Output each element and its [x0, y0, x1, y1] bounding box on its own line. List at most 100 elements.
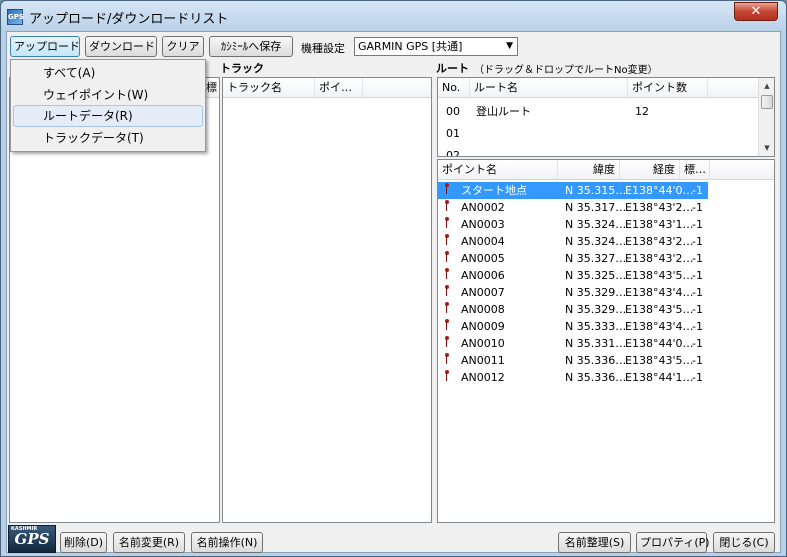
point-alt: -1 — [692, 303, 703, 316]
scroll-up-icon[interactable]: ▲ — [759, 78, 774, 94]
title-bar[interactable]: GPS アップロード/ダウンロードリスト ✕ — [1, 1, 786, 31]
point-list-header: ポイント名 緯度 経度 標… — [438, 160, 774, 180]
route-list[interactable]: No. ルート名 ポイント数 00 登山ルート 12 01 02 ▲ ▼ — [437, 77, 775, 157]
point-name: AN0011 — [461, 354, 505, 367]
upload-download-window: GPS アップロード/ダウンロードリスト ✕ アップロード ダウンロード クリア… — [0, 0, 787, 557]
point-lat: N 35.336… — [565, 354, 627, 367]
waypoint-pin-icon — [444, 285, 450, 297]
menu-item-track-data[interactable]: トラックデータ(T) — [13, 127, 203, 149]
point-name: スタート地点 — [461, 184, 527, 197]
model-select-value: GARMIN GPS [共通] — [358, 40, 463, 53]
track-col-points[interactable]: ポイ… — [315, 78, 363, 98]
menu-item-all[interactable]: すべて(A) — [13, 62, 203, 84]
point-row[interactable]: AN0005 N 35.327… E138°43'2… -1 — [438, 250, 708, 267]
point-row[interactable]: AN0010 N 35.331… E138°44'0… -1 — [438, 335, 708, 352]
point-alt: -1 — [692, 235, 703, 248]
point-lon: E138°43'1… — [625, 218, 694, 231]
route-row[interactable]: 02 — [438, 147, 708, 157]
clear-button[interactable]: クリア — [162, 36, 204, 57]
point-alt: -1 — [692, 218, 703, 231]
route-name: 登山ルート — [476, 105, 531, 118]
point-lon: E138°43'5… — [625, 269, 694, 282]
point-name: AN0012 — [461, 371, 505, 384]
upload-dropdown-menu: すべて(A) ウェイポイント(W) ルートデータ(R) トラックデータ(T) — [10, 59, 206, 152]
route-col-no[interactable]: No. — [438, 78, 470, 98]
route-col-name[interactable]: ルート名 — [470, 78, 628, 98]
app-icon: GPS — [7, 9, 24, 25]
point-name: AN0009 — [461, 320, 505, 333]
point-alt: -1 — [692, 252, 703, 265]
point-lon: E138°43'2… — [625, 235, 694, 248]
route-row[interactable]: 01 — [438, 125, 708, 142]
point-col-lat[interactable]: 緯度 — [558, 160, 620, 180]
point-lon: E138°44'1… — [625, 371, 694, 384]
point-row[interactable]: AN0009 N 35.333… E138°43'4… -1 — [438, 318, 708, 335]
point-alt: -1 — [692, 269, 703, 282]
close-button[interactable]: 閉じる(C) — [713, 532, 775, 553]
point-name: AN0002 — [461, 201, 505, 214]
point-alt: -1 — [692, 320, 703, 333]
point-alt: -1 — [692, 286, 703, 299]
waypoint-pin-icon — [444, 217, 450, 229]
point-alt: -1 — [692, 371, 703, 384]
point-row[interactable]: AN0002 N 35.317… E138°43'2… -1 — [438, 199, 708, 216]
point-col-alt[interactable]: 標… — [680, 160, 710, 180]
point-name: AN0010 — [461, 337, 505, 350]
route-scrollbar[interactable]: ▲ ▼ — [758, 78, 774, 156]
point-lon: E138°44'0… — [625, 337, 694, 350]
point-lon: E138°44'0… — [625, 184, 694, 197]
point-lat: N 35.327… — [565, 252, 627, 265]
route-no: 02 — [446, 149, 460, 157]
name-cleanup-button[interactable]: 名前整理(S) — [558, 532, 631, 553]
waypoint-pin-icon — [444, 370, 450, 382]
waypoint-pin-icon — [444, 319, 450, 331]
model-select[interactable]: GARMIN GPS [共通] ▼ — [354, 37, 518, 56]
delete-button[interactable]: 削除(D) — [60, 532, 107, 553]
route-list-header: No. ルート名 ポイント数 — [438, 78, 774, 98]
rename-button[interactable]: 名前変更(R) — [113, 532, 185, 553]
chevron-down-icon: ▼ — [506, 41, 513, 51]
point-row[interactable]: AN0008 N 35.329… E138°43'5… -1 — [438, 301, 708, 318]
point-lon: E138°43'5… — [625, 303, 694, 316]
track-list-header: トラック名 ポイ… — [223, 78, 431, 98]
point-lat: N 35.325… — [565, 269, 627, 282]
point-row[interactable]: スタート地点 N 35.315… E138°44'0… -1 — [438, 182, 708, 199]
point-name: AN0004 — [461, 235, 505, 248]
waypoint-pin-icon — [444, 268, 450, 280]
scroll-down-icon[interactable]: ▼ — [759, 140, 774, 156]
save-kashmir-button[interactable]: ｶｼﾐｰﾙへ保存 — [209, 36, 293, 57]
model-label: 機種設定 — [301, 42, 345, 55]
name-ops-button[interactable]: 名前操作(N) — [191, 532, 263, 553]
point-lon: E138°43'2… — [625, 252, 694, 265]
point-col-lon[interactable]: 経度 — [620, 160, 680, 180]
route-point-list[interactable]: ポイント名 緯度 経度 標… スタート地点 N 35.315… E138°44'0…… — [437, 159, 775, 523]
point-lon: E138°43'4… — [625, 286, 694, 299]
menu-item-route-data[interactable]: ルートデータ(R) — [13, 105, 203, 127]
waypoint-pin-icon — [444, 251, 450, 263]
point-col-name[interactable]: ポイント名 — [438, 160, 558, 180]
point-name: AN0007 — [461, 286, 505, 299]
route-count: 12 — [635, 105, 649, 118]
point-row[interactable]: AN0003 N 35.324… E138°43'1… -1 — [438, 216, 708, 233]
window-close-button[interactable]: ✕ — [734, 2, 778, 21]
window-title: アップロード/ダウンロードリスト — [29, 12, 229, 27]
point-row[interactable]: AN0007 N 35.329… E138°43'4… -1 — [438, 284, 708, 301]
download-button[interactable]: ダウンロード — [85, 36, 157, 57]
point-row[interactable]: AN0011 N 35.336… E138°43'5… -1 — [438, 352, 708, 369]
properties-button[interactable]: プロパティ(P) — [636, 532, 710, 553]
scroll-thumb[interactable] — [761, 95, 773, 109]
route-no: 01 — [446, 127, 460, 140]
point-row[interactable]: AN0004 N 35.324… E138°43'2… -1 — [438, 233, 708, 250]
point-lat: N 35.331… — [565, 337, 627, 350]
menu-item-waypoints[interactable]: ウェイポイント(W) — [13, 84, 203, 106]
route-col-count[interactable]: ポイント数 — [628, 78, 708, 98]
upload-button[interactable]: アップロード — [10, 36, 80, 57]
point-row[interactable]: AN0006 N 35.325… E138°43'5… -1 — [438, 267, 708, 284]
track-list[interactable]: トラック名 ポイ… — [222, 77, 432, 523]
point-row[interactable]: AN0012 N 35.336… E138°44'1… -1 — [438, 369, 708, 386]
track-section-title: トラック — [220, 62, 264, 75]
point-name: AN0005 — [461, 252, 505, 265]
point-lat: N 35.317… — [565, 201, 627, 214]
track-col-name[interactable]: トラック名 — [223, 78, 315, 98]
route-row[interactable]: 00 登山ルート 12 — [438, 103, 708, 120]
